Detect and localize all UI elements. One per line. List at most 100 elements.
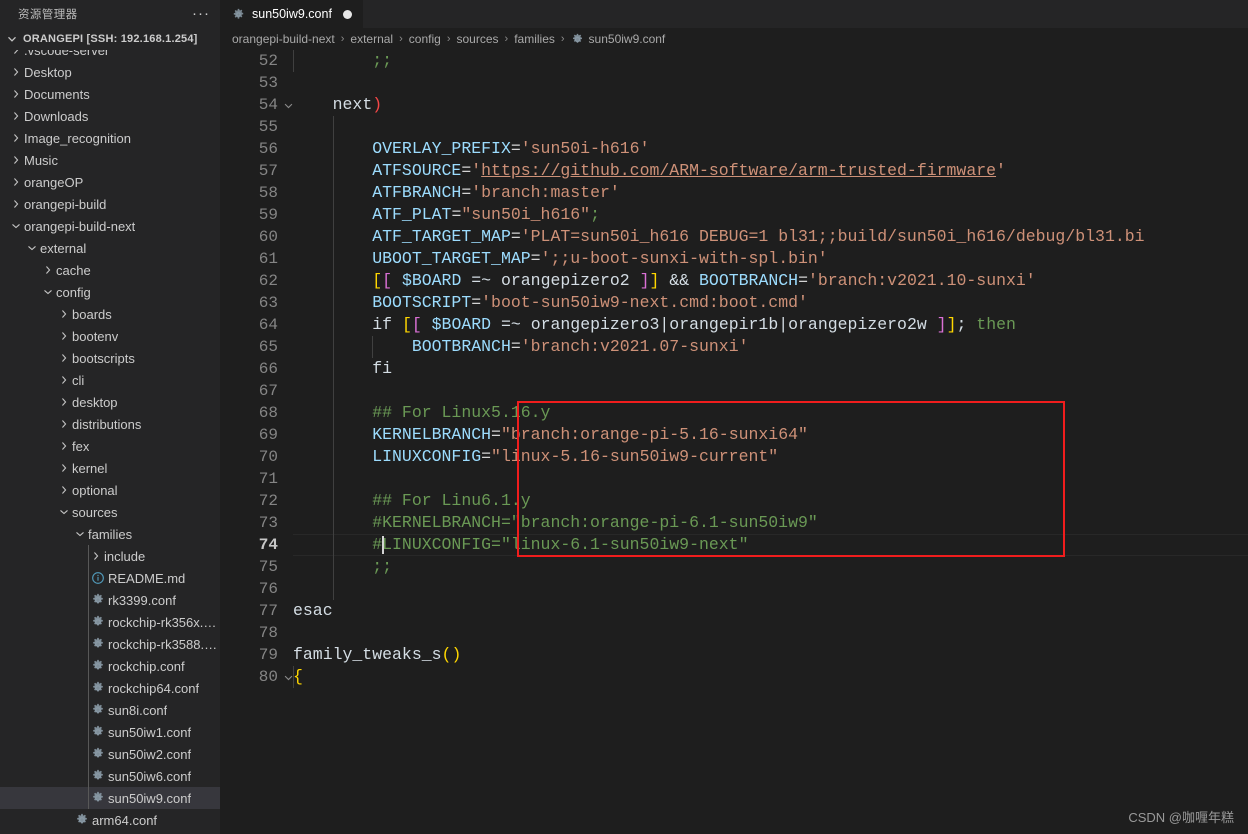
chevron-right-icon[interactable] bbox=[56, 307, 72, 321]
chevron-down-icon[interactable] bbox=[24, 241, 40, 255]
tree-item-external[interactable]: external bbox=[0, 237, 220, 259]
tree-item-documents[interactable]: Documents bbox=[0, 83, 220, 105]
tree-item-sun50iw1-conf[interactable]: sun50iw1.conf bbox=[0, 721, 220, 743]
tree-item-kernel[interactable]: kernel bbox=[0, 457, 220, 479]
explorer-more-actions-icon[interactable]: ··· bbox=[192, 6, 210, 21]
code-line[interactable]: 52 ;; bbox=[220, 50, 1248, 72]
tree-item-vscode-server[interactable]: .vscode-server bbox=[0, 50, 220, 61]
chevron-right-icon[interactable] bbox=[88, 549, 104, 563]
chevron-right-icon[interactable] bbox=[8, 50, 24, 57]
chevron-right-icon[interactable] bbox=[8, 109, 24, 123]
code-editor[interactable]: 52 ;; 53 54 next) 55 56 OVERLAY_PREFIX='sun5… bbox=[220, 50, 1248, 834]
code-line[interactable]: 63 BOOTSCRIPT='boot-sun50iw9-next.cmd:bo… bbox=[220, 292, 1248, 314]
code-line[interactable]: 75 ;; bbox=[220, 556, 1248, 578]
tree-item-orangepi-build[interactable]: orangepi-build bbox=[0, 193, 220, 215]
tree-item-music[interactable]: Music bbox=[0, 149, 220, 171]
code-line[interactable]: 64 if [[ $BOARD =~ orangepizero3|orangep… bbox=[220, 314, 1248, 336]
tree-item-arm64-conf[interactable]: arm64.conf bbox=[0, 809, 220, 831]
code-line[interactable]: 62 [[ $BOARD =~ orangepizero2 ]] && BOOT… bbox=[220, 270, 1248, 292]
tree-item-cli[interactable]: cli bbox=[0, 369, 220, 391]
tree-item-sources[interactable]: sources bbox=[0, 501, 220, 523]
chevron-right-icon[interactable] bbox=[8, 153, 24, 167]
code-line[interactable]: 79 family_tweaks_s() bbox=[220, 644, 1248, 666]
tree-item-config[interactable]: config bbox=[0, 281, 220, 303]
tree-item-rockchip-rk356x-conf[interactable]: rockchip-rk356x.conf bbox=[0, 611, 220, 633]
tree-item-bootenv[interactable]: bootenv bbox=[0, 325, 220, 347]
chevron-right-icon[interactable] bbox=[8, 65, 24, 79]
code-line[interactable]: 77 esac bbox=[220, 600, 1248, 622]
tree-item-orangeop[interactable]: orangeOP bbox=[0, 171, 220, 193]
code-line[interactable]: 65 BOOTBRANCH='branch:v2021.07-sunxi' bbox=[220, 336, 1248, 358]
breadcrumb-item-families[interactable]: families bbox=[514, 32, 555, 46]
tree-item-include[interactable]: include bbox=[0, 545, 220, 567]
code-line[interactable]: 53 bbox=[220, 72, 1248, 94]
code-line[interactable]: 55 bbox=[220, 116, 1248, 138]
code-line[interactable]: 80 { bbox=[220, 666, 1248, 688]
chevron-right-icon[interactable] bbox=[56, 395, 72, 409]
breadcrumb-item-sources[interactable]: sources bbox=[456, 32, 498, 46]
code-line[interactable]: 68 ## For Linux5.16.y bbox=[220, 402, 1248, 424]
code-line[interactable]: 69 KERNELBRANCH="branch:orange-pi-5.16-s… bbox=[220, 424, 1248, 446]
chevron-right-icon[interactable] bbox=[8, 175, 24, 189]
chevron-down-icon[interactable] bbox=[40, 285, 56, 299]
code-line[interactable]: 76 bbox=[220, 578, 1248, 600]
tree-item-desktop[interactable]: Desktop bbox=[0, 61, 220, 83]
code-line[interactable]: 54 next) bbox=[220, 94, 1248, 116]
editor-vertical-scrollbar[interactable] bbox=[1234, 28, 1248, 834]
chevron-right-icon[interactable] bbox=[40, 263, 56, 277]
code-line[interactable]: 56 OVERLAY_PREFIX='sun50i-h616' bbox=[220, 138, 1248, 160]
breadcrumb[interactable]: orangepi-build-next › external › config › sour… bbox=[220, 28, 1248, 50]
tree-item-rockchip-rk3588-conf[interactable]: rockchip-rk3588.conf bbox=[0, 633, 220, 655]
tree-item-families[interactable]: families bbox=[0, 523, 220, 545]
tab-dirty-indicator[interactable] bbox=[342, 9, 352, 19]
code-line[interactable]: 67 bbox=[220, 380, 1248, 402]
code-line[interactable]: 72 ## For Linu6.1.y bbox=[220, 490, 1248, 512]
tree-item-sun50iw9-conf[interactable]: sun50iw9.conf bbox=[0, 787, 220, 809]
tree-item-bootscripts[interactable]: bootscripts bbox=[0, 347, 220, 369]
code-line[interactable]: 66 fi bbox=[220, 358, 1248, 380]
code-line[interactable]: 57 ATFSOURCE='https://github.com/ARM-sof… bbox=[220, 160, 1248, 182]
tree-item-readme-md[interactable]: README.md bbox=[0, 567, 220, 589]
chevron-right-icon[interactable] bbox=[8, 131, 24, 145]
breadcrumb-item-external[interactable]: external bbox=[350, 32, 393, 46]
code-line[interactable]: 78 bbox=[220, 622, 1248, 644]
tree-item-rockchip64-conf[interactable]: rockchip64.conf bbox=[0, 677, 220, 699]
tree-item-cache[interactable]: cache bbox=[0, 259, 220, 281]
tree-item-sun50iw6-conf[interactable]: sun50iw6.conf bbox=[0, 765, 220, 787]
code-line[interactable]: 58 ATFBRANCH='branch:master' bbox=[220, 182, 1248, 204]
tree-item-distributions[interactable]: distributions bbox=[0, 413, 220, 435]
chevron-right-icon[interactable] bbox=[56, 373, 72, 387]
chevron-right-icon[interactable] bbox=[56, 417, 72, 431]
chevron-down-icon[interactable] bbox=[72, 527, 88, 541]
breadcrumb-item-sun50iw9-conf[interactable]: sun50iw9.conf bbox=[571, 32, 665, 46]
code-line[interactable]: 59 ATF_PLAT="sun50i_h616"; bbox=[220, 204, 1248, 226]
tree-item-downloads[interactable]: Downloads bbox=[0, 105, 220, 127]
code-line[interactable]: 71 bbox=[220, 468, 1248, 490]
breadcrumb-item-orangepi-build-next[interactable]: orangepi-build-next bbox=[232, 32, 335, 46]
code-line[interactable]: 74 #LINUXCONFIG="linux-6.1-sun50iw9-next… bbox=[220, 534, 1248, 556]
tree-item-rockchip-conf[interactable]: rockchip.conf bbox=[0, 655, 220, 677]
tree-item-boards[interactable]: boards bbox=[0, 303, 220, 325]
code-line[interactable]: 61 UBOOT_TARGET_MAP=';;u-boot-sunxi-with… bbox=[220, 248, 1248, 270]
tree-item-desktop[interactable]: desktop bbox=[0, 391, 220, 413]
file-tree[interactable]: .vscode-server Desktop Documents Downloads I… bbox=[0, 50, 220, 834]
chevron-right-icon[interactable] bbox=[56, 483, 72, 497]
explorer-section-header[interactable]: ORANGEPI [SSH: 192.168.1.254] bbox=[0, 28, 220, 50]
tab-sun50iw9-conf[interactable]: sun50iw9.conf bbox=[220, 0, 364, 28]
code-line[interactable]: 70 LINUXCONFIG="linux-5.16-sun50iw9-curr… bbox=[220, 446, 1248, 468]
tree-item-orangepi-build-next[interactable]: orangepi-build-next bbox=[0, 215, 220, 237]
chevron-right-icon[interactable] bbox=[56, 439, 72, 453]
tree-item-sun50iw2-conf[interactable]: sun50iw2.conf bbox=[0, 743, 220, 765]
code-line[interactable]: 73 #KERNELBRANCH="branch:orange-pi-6.1-s… bbox=[220, 512, 1248, 534]
code-line[interactable]: 60 ATF_TARGET_MAP='PLAT=sun50i_h616 DEBU… bbox=[220, 226, 1248, 248]
chevron-right-icon[interactable] bbox=[56, 461, 72, 475]
chevron-right-icon[interactable] bbox=[8, 87, 24, 101]
breadcrumb-item-config[interactable]: config bbox=[409, 32, 441, 46]
tree-item-optional[interactable]: optional bbox=[0, 479, 220, 501]
tree-item-fex[interactable]: fex bbox=[0, 435, 220, 457]
tree-item-rk3399-conf[interactable]: rk3399.conf bbox=[0, 589, 220, 611]
chevron-down-icon[interactable] bbox=[8, 219, 24, 233]
chevron-down-icon[interactable] bbox=[56, 505, 72, 519]
chevron-right-icon[interactable] bbox=[56, 351, 72, 365]
tree-item-image-recognition[interactable]: Image_recognition bbox=[0, 127, 220, 149]
